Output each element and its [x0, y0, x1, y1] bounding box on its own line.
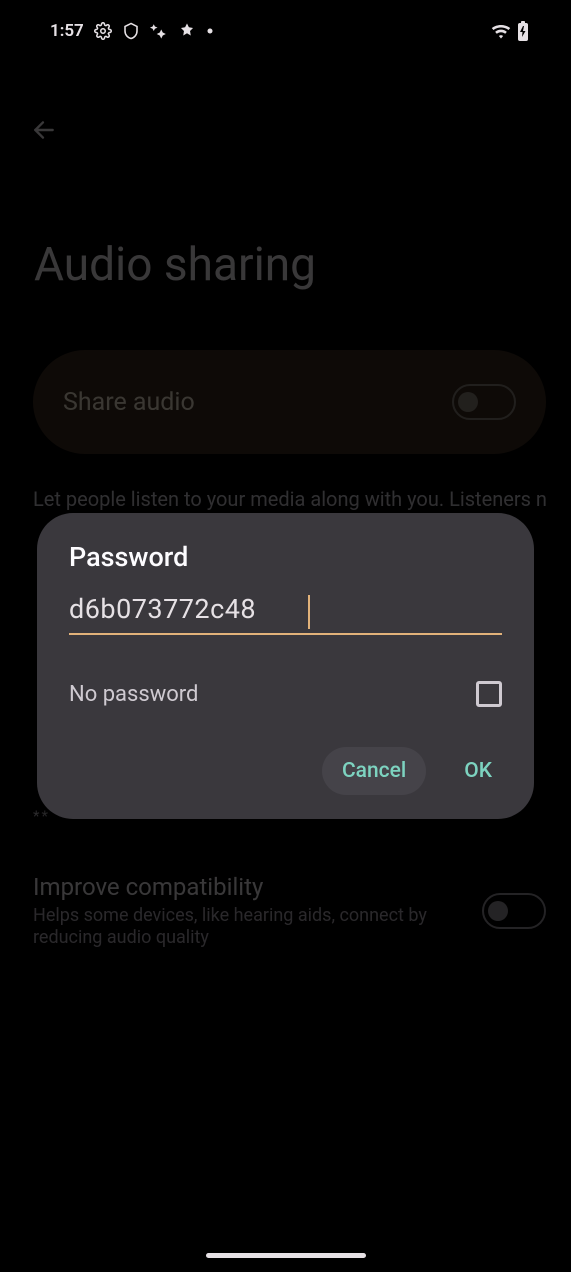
dot-icon — [206, 27, 214, 35]
password-dialog: Password No password Cancel OK — [37, 513, 534, 819]
password-input[interactable] — [69, 593, 502, 625]
status-bar-overlay: 1:57 — [0, 0, 571, 62]
puzzle-icon — [178, 22, 196, 40]
ok-button[interactable]: OK — [454, 747, 502, 795]
text-caret-icon — [308, 595, 310, 629]
no-password-row[interactable]: No password — [69, 681, 502, 707]
no-password-label: No password — [69, 682, 198, 707]
wand-icon — [150, 22, 168, 40]
gear-icon — [94, 22, 112, 40]
shield-icon — [122, 22, 140, 40]
no-password-checkbox[interactable] — [476, 681, 502, 707]
cancel-button[interactable]: Cancel — [322, 747, 426, 795]
dialog-title: Password — [69, 541, 502, 573]
nav-handle[interactable] — [206, 1253, 366, 1258]
battery-icon — [517, 21, 529, 41]
status-time: 1:57 — [50, 21, 84, 41]
wifi-icon — [491, 23, 511, 39]
password-field-wrap[interactable] — [69, 593, 502, 635]
